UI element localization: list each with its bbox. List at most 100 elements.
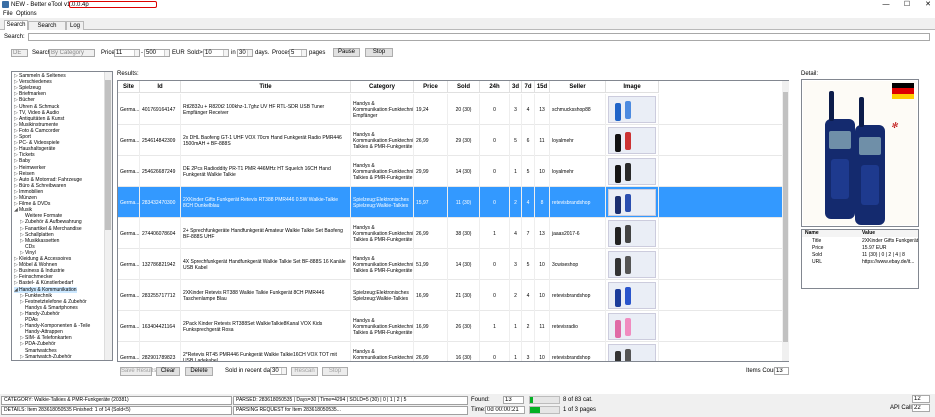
- tree-item[interactable]: Smartwatches: [20, 348, 57, 354]
- results-grid[interactable]: Site Id Title Category Price Sold 24h 3d 7d 15d Se…: [117, 80, 789, 362]
- tree-item[interactable]: ▷Sport: [14, 134, 31, 140]
- table-row[interactable]: Germa... 163404421164 2Pack Kinder Retevis…: [118, 311, 782, 342]
- price-from-input[interactable]: 11: [114, 49, 140, 57]
- tree-item[interactable]: Handy-Attrappen: [20, 329, 63, 335]
- column-header[interactable]: Id: [140, 81, 181, 93]
- sold-recent-input[interactable]: 30: [270, 367, 287, 375]
- product-thumbnail[interactable]: [606, 280, 659, 311]
- column-header[interactable]: Category: [351, 81, 414, 93]
- tree-item[interactable]: ▷Handy-Komponenten & -Teile: [20, 323, 90, 329]
- tree-item[interactable]: ▷Auto & Motorrad: Fahrzeuge: [14, 177, 82, 183]
- tree-item[interactable]: ▷Sammeln & Seltenes: [14, 73, 66, 79]
- tree-item[interactable]: ▷Foto & Camcorder: [14, 128, 60, 134]
- save-results-button[interactable]: Save Results: [120, 367, 156, 376]
- tree-item[interactable]: ▷Baby: [14, 158, 30, 164]
- product-thumbnail[interactable]: [606, 311, 659, 342]
- site-select[interactable]: DE: [11, 49, 28, 57]
- category-tree[interactable]: ▷Sammeln & Seltenes ▷Verschiedenes ▷Spielz…: [11, 71, 113, 361]
- search-mode-select[interactable]: By Category: [49, 49, 95, 57]
- stop-rescan-button[interactable]: Stop: [322, 367, 348, 376]
- table-row[interactable]: Germa... 282901789823 2*Retevis RT45 PMR44…: [118, 342, 782, 361]
- product-thumbnail[interactable]: [606, 218, 659, 249]
- column-header[interactable]: Sold: [448, 81, 480, 93]
- tree-item[interactable]: CDs: [20, 244, 35, 250]
- tree-item[interactable]: ▷Musikkassetten: [20, 238, 59, 244]
- clear-button[interactable]: Clear: [156, 367, 180, 376]
- rescan-button[interactable]: Rescan: [291, 367, 318, 376]
- close-icon[interactable]: ✕: [921, 0, 935, 10]
- maximize-icon[interactable]: ☐: [900, 0, 914, 10]
- tree-item[interactable]: ▷Handy-Zubehör: [20, 311, 60, 317]
- table-row[interactable]: Germa... 283255717712 2XKinder Retevis RT3…: [118, 280, 782, 311]
- tree-item[interactable]: ▷Festnetztelefone & Zubehör: [20, 299, 87, 305]
- tree-item[interactable]: ▷PC- & Videospiele: [14, 140, 60, 146]
- tree-item[interactable]: ▷TV, Video & Audio: [14, 110, 59, 116]
- price-to-input[interactable]: 500: [144, 49, 170, 57]
- tree-item[interactable]: PDAs: [20, 317, 38, 323]
- column-header[interactable]: 7d: [522, 81, 535, 93]
- tree-item[interactable]: ▷Uhren & Schmuck: [14, 104, 59, 110]
- product-thumbnail[interactable]: [606, 249, 659, 280]
- tab-search-history[interactable]: Search History: [28, 21, 66, 37]
- tree-item[interactable]: ▷Reisen: [14, 171, 35, 177]
- menu-file[interactable]: File: [3, 10, 13, 18]
- menu-options[interactable]: Options: [16, 10, 37, 18]
- tree-item[interactable]: ▷Musikinstrumente: [14, 122, 58, 128]
- column-header[interactable]: 15d: [535, 81, 550, 93]
- column-header[interactable]: Image: [606, 81, 659, 93]
- tree-item[interactable]: ▷PDA-Zubehör: [20, 341, 56, 347]
- process-input[interactable]: 5: [289, 49, 307, 57]
- tree-item[interactable]: ▷Feinschmecker: [14, 274, 53, 280]
- product-thumbnail[interactable]: [606, 156, 659, 187]
- tree-item[interactable]: ▷Tickets: [14, 152, 35, 158]
- tree-item[interactable]: ▷Münzen: [14, 195, 37, 201]
- table-row[interactable]: Germa... 254626687249 DE 2Pcs Radioddity P…: [118, 156, 782, 187]
- sold-input[interactable]: 10: [203, 49, 229, 57]
- tree-item[interactable]: ◢Musik: [14, 207, 32, 213]
- grid-scroll-thumb[interactable]: [783, 92, 788, 342]
- tree-item[interactable]: ▷Zubehör & Aufbewahrung: [20, 219, 82, 225]
- search-input[interactable]: [28, 33, 930, 41]
- tree-item[interactable]: ▷Briefmarken: [14, 91, 46, 97]
- column-header[interactable]: 24h: [480, 81, 510, 93]
- tree-item[interactable]: ▷Funktechnik: [20, 293, 52, 299]
- tree-item[interactable]: ▷Heimwerker: [14, 165, 46, 171]
- table-row[interactable]: Germa... 401769164147 Rtl2832u + R820t2 10…: [118, 94, 782, 125]
- table-row[interactable]: Germa... 283432470300 2XKinder Gifts Funkg…: [118, 187, 782, 218]
- product-thumbnail[interactable]: [606, 94, 659, 125]
- product-thumbnail[interactable]: [606, 187, 659, 218]
- tree-item[interactable]: ▷SIM- & Telefonkarten: [20, 335, 72, 341]
- delete-button[interactable]: Delete: [185, 367, 213, 376]
- tree-item[interactable]: ▷Büro & Schreibwaren: [14, 183, 66, 189]
- tree-item[interactable]: Weitere Formate: [20, 213, 62, 219]
- tree-item[interactable]: ▷Haushaltsgeräte: [14, 146, 55, 152]
- table-row[interactable]: Germa... 274406078604 2+ Sprechfunkgeräte …: [118, 218, 782, 249]
- column-header[interactable]: Price: [414, 81, 448, 93]
- tree-item[interactable]: ▷Immobilien: [14, 189, 43, 195]
- tree-item[interactable]: ▷Smartwatch-Zubehör: [20, 354, 72, 360]
- product-thumbnail[interactable]: [606, 125, 659, 156]
- tree-item[interactable]: ◢Handys & Kommunikation: [14, 286, 77, 293]
- column-header[interactable]: Seller: [550, 81, 606, 93]
- tree-item[interactable]: ▷Bücher: [14, 97, 35, 103]
- column-header[interactable]: Site: [118, 81, 140, 93]
- product-thumbnail[interactable]: [606, 342, 659, 361]
- tree-item[interactable]: ▷Business & Industrie: [14, 268, 65, 274]
- tree-item[interactable]: ▷Antiquitäten & Kunst: [14, 116, 64, 122]
- tree-item[interactable]: ▷Filme & DVDs: [14, 201, 50, 207]
- minimize-icon[interactable]: —: [879, 0, 893, 10]
- tree-item[interactable]: ▷Bastel- & Künstlerbedarf: [14, 280, 73, 286]
- column-header[interactable]: Title: [181, 81, 351, 93]
- tree-item[interactable]: ▷Vinyl: [20, 250, 36, 256]
- table-row[interactable]: Germa... 254614842309 2x DHL Baofeng GT-1 …: [118, 125, 782, 156]
- days-input[interactable]: 30: [237, 49, 253, 57]
- tree-item[interactable]: ▷Verschiedenes: [14, 79, 52, 85]
- tree-item[interactable]: ▷Möbel & Wohnen: [14, 262, 57, 268]
- stop-button[interactable]: Stop: [365, 48, 393, 57]
- tree-item[interactable]: ▷Schallplatten: [20, 232, 54, 238]
- pause-button[interactable]: Pause: [333, 48, 360, 57]
- tree-item[interactable]: Handys & Smartphones: [20, 305, 78, 311]
- tab-log[interactable]: Log: [66, 21, 84, 30]
- column-header[interactable]: 3d: [510, 81, 522, 93]
- tree-item[interactable]: ▷Fanartikel & Merchandise: [20, 226, 82, 232]
